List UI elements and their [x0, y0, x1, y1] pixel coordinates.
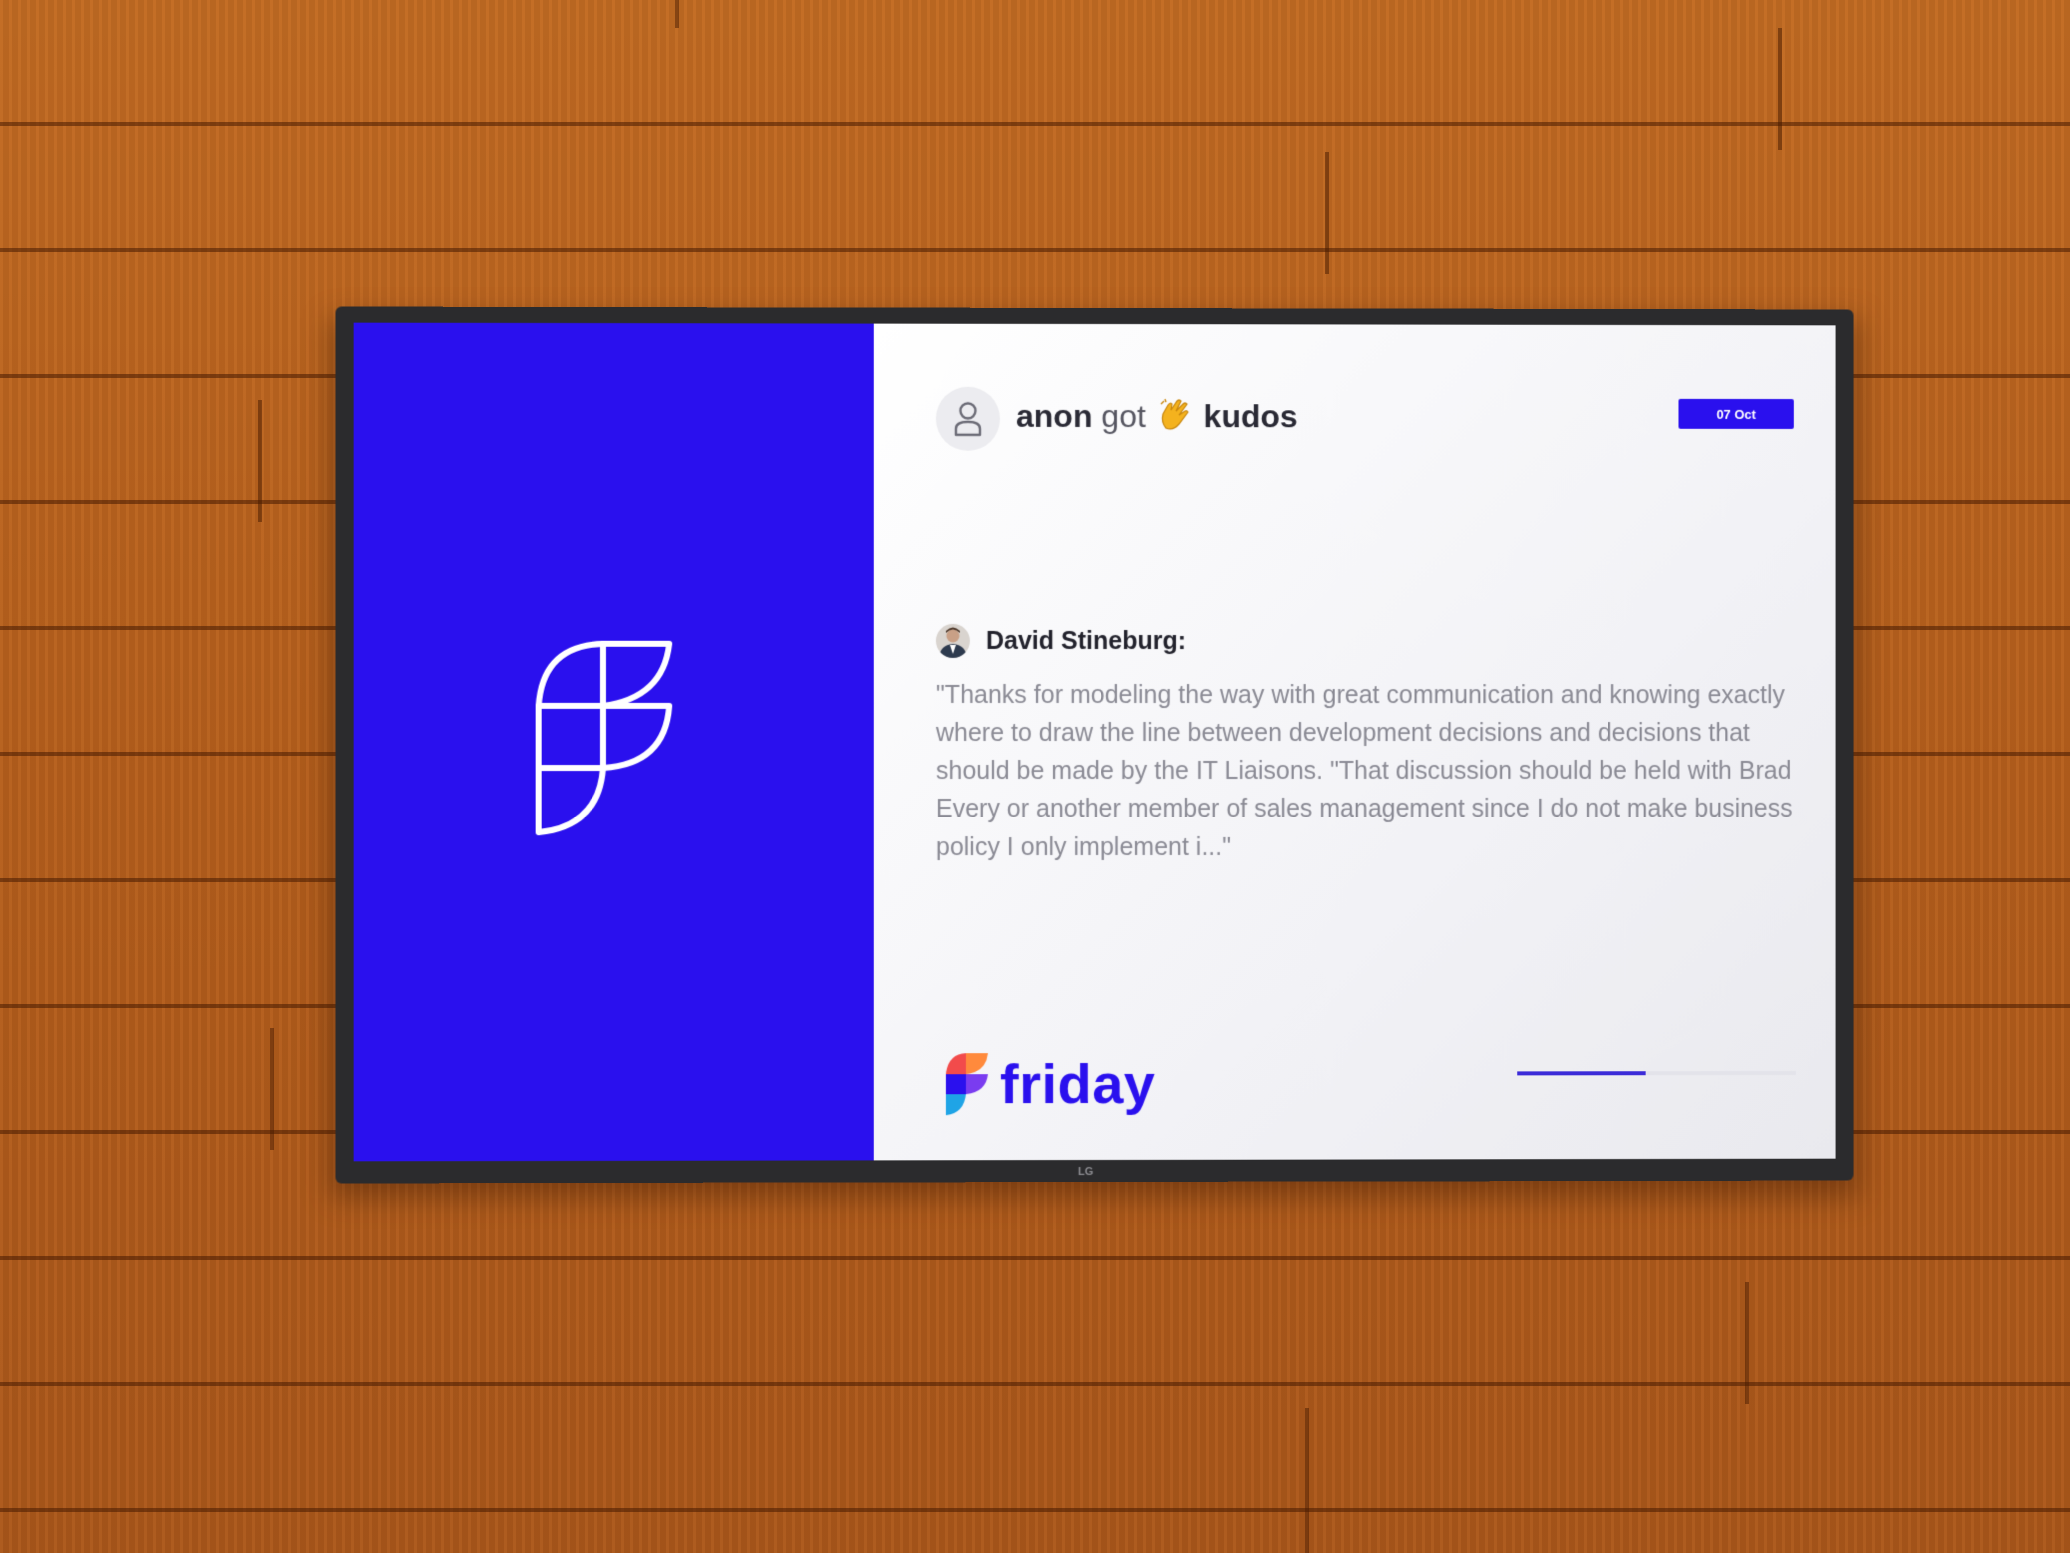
tv-brand-logo: LG: [1077, 1166, 1094, 1179]
slide-progress-fill: [1517, 1071, 1646, 1076]
action-text: got: [1101, 398, 1146, 435]
brand-panel: [353, 322, 874, 1162]
kudos-quote: "Thanks for modeling the way with great …: [935, 680, 1793, 862]
brand-name: friday: [999, 1051, 1156, 1116]
kudos-card: anon got kudos 07 Oct David Stineburg: "…: [873, 323, 1836, 1161]
slide-progress: [1517, 1071, 1796, 1076]
friday-logo-mark-icon: [535, 640, 676, 836]
recipient-name: anon: [1015, 398, 1093, 435]
date-badge: 07 Oct: [1678, 398, 1794, 429]
friday-logo-icon: [945, 1052, 988, 1115]
display-screen: anon got kudos 07 Oct David Stineburg: "…: [353, 322, 1836, 1162]
author-row: David Stineburg:: [935, 623, 1186, 658]
kudos-headline: anon got kudos: [1016, 398, 1298, 440]
kudos-header: anon got kudos: [935, 386, 1298, 453]
user-avatar-icon: [935, 386, 1000, 451]
reward-label: kudos: [1203, 398, 1298, 435]
author-avatar: [935, 623, 970, 658]
clapping-hands-icon: [1159, 398, 1191, 440]
friday-brand: friday: [944, 1051, 1156, 1116]
author-name: David Stineburg:: [985, 626, 1186, 655]
tv-monitor: anon got kudos 07 Oct David Stineburg: "…: [335, 306, 1854, 1184]
